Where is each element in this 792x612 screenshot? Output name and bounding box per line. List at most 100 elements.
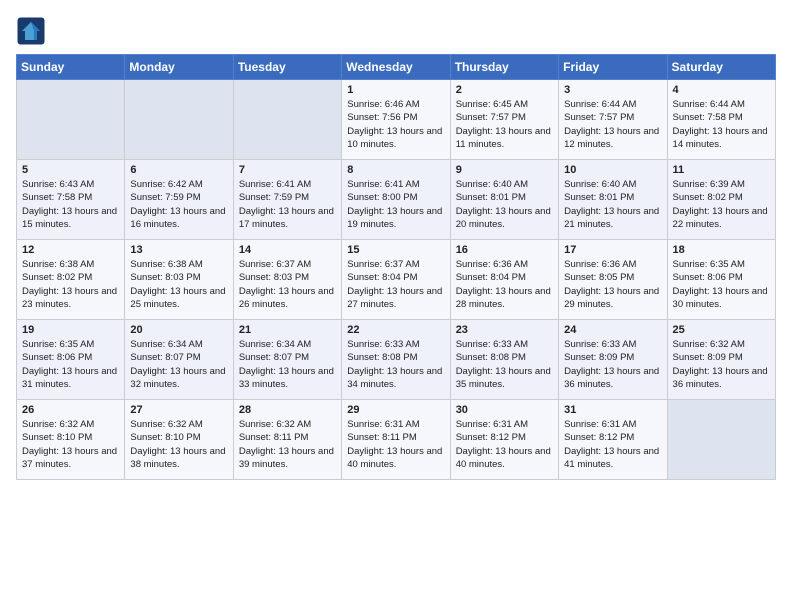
calendar-cell: 8 Sunrise: 6:41 AM Sunset: 8:00 PM Daylig… <box>342 160 450 240</box>
calendar-cell: 16 Sunrise: 6:36 AM Sunset: 8:04 PM Dayli… <box>450 240 558 320</box>
calendar-cell: 12 Sunrise: 6:38 AM Sunset: 8:02 PM Dayli… <box>17 240 125 320</box>
day-number: 11 <box>673 164 770 176</box>
day-number: 5 <box>22 164 119 176</box>
calendar-cell <box>233 80 341 160</box>
day-number: 10 <box>564 164 661 176</box>
calendar-cell: 6 Sunrise: 6:42 AM Sunset: 7:59 PM Daylig… <box>125 160 233 240</box>
cell-info: Sunrise: 6:44 AM Sunset: 7:58 PM Dayligh… <box>673 98 770 151</box>
cell-info: Sunrise: 6:45 AM Sunset: 7:57 PM Dayligh… <box>456 98 553 151</box>
calendar-cell <box>667 400 775 480</box>
header-row: SundayMondayTuesdayWednesdayThursdayFrid… <box>17 55 776 80</box>
day-number: 21 <box>239 324 336 336</box>
calendar-cell: 13 Sunrise: 6:38 AM Sunset: 8:03 PM Dayli… <box>125 240 233 320</box>
cell-info: Sunrise: 6:32 AM Sunset: 8:09 PM Dayligh… <box>673 338 770 391</box>
calendar-week-row: 19 Sunrise: 6:35 AM Sunset: 8:06 PM Dayli… <box>17 320 776 400</box>
calendar-cell: 20 Sunrise: 6:34 AM Sunset: 8:07 PM Dayli… <box>125 320 233 400</box>
calendar-cell: 30Sunrise: 6:31 AM Sunset: 8:12 PM Dayli… <box>450 400 558 480</box>
calendar-cell: 7Sunrise: 6:41 AM Sunset: 7:59 PM Daylig… <box>233 160 341 240</box>
calendar-cell: 18 Sunrise: 6:35 AM Sunset: 8:06 PM Dayli… <box>667 240 775 320</box>
weekday-header: Tuesday <box>233 55 341 80</box>
weekday-header: Saturday <box>667 55 775 80</box>
logo-icon <box>16 16 46 46</box>
cell-info: Sunrise: 6:39 AM Sunset: 8:02 PM Dayligh… <box>673 178 770 231</box>
cell-info: Sunrise: 6:37 AM Sunset: 8:03 PM Dayligh… <box>239 258 336 311</box>
day-number: 12 <box>22 244 119 256</box>
day-number: 9 <box>456 164 553 176</box>
day-number: 15 <box>347 244 444 256</box>
day-number: 17 <box>564 244 661 256</box>
calendar-cell: 1Sunrise: 6:46 AM Sunset: 7:56 PM Daylig… <box>342 80 450 160</box>
cell-info: Sunrise: 6:35 AM Sunset: 8:06 PM Dayligh… <box>673 258 770 311</box>
day-number: 8 <box>347 164 444 176</box>
cell-info: Sunrise: 6:37 AM Sunset: 8:04 PM Dayligh… <box>347 258 444 311</box>
cell-info: Sunrise: 6:38 AM Sunset: 8:02 PM Dayligh… <box>22 258 119 311</box>
cell-info: Sunrise: 6:34 AM Sunset: 8:07 PM Dayligh… <box>130 338 227 391</box>
calendar-cell: 23 Sunrise: 6:33 AM Sunset: 8:08 PM Dayli… <box>450 320 558 400</box>
weekday-header: Monday <box>125 55 233 80</box>
calendar-cell: 24 Sunrise: 6:33 AM Sunset: 8:09 PM Dayli… <box>559 320 667 400</box>
cell-info: Sunrise: 6:41 AM Sunset: 8:00 PM Dayligh… <box>347 178 444 231</box>
cell-info: Sunrise: 6:35 AM Sunset: 8:06 PM Dayligh… <box>22 338 119 391</box>
cell-info: Sunrise: 6:36 AM Sunset: 8:05 PM Dayligh… <box>564 258 661 311</box>
calendar-cell: 22 Sunrise: 6:33 AM Sunset: 8:08 PM Dayli… <box>342 320 450 400</box>
cell-info: Sunrise: 6:40 AM Sunset: 8:01 PM Dayligh… <box>564 178 661 231</box>
calendar-cell: 25 Sunrise: 6:32 AM Sunset: 8:09 PM Dayli… <box>667 320 775 400</box>
calendar-cell: 27 Sunrise: 6:32 AM Sunset: 8:10 PM Dayli… <box>125 400 233 480</box>
day-number: 6 <box>130 164 227 176</box>
day-number: 26 <box>22 404 119 416</box>
cell-info: Sunrise: 6:33 AM Sunset: 8:08 PM Dayligh… <box>456 338 553 391</box>
cell-info: Sunrise: 6:44 AM Sunset: 7:57 PM Dayligh… <box>564 98 661 151</box>
weekday-header: Sunday <box>17 55 125 80</box>
day-number: 23 <box>456 324 553 336</box>
day-number: 20 <box>130 324 227 336</box>
calendar-week-row: 1Sunrise: 6:46 AM Sunset: 7:56 PM Daylig… <box>17 80 776 160</box>
day-number: 3 <box>564 84 661 96</box>
calendar-cell: 21Sunrise: 6:34 AM Sunset: 8:07 PM Dayli… <box>233 320 341 400</box>
day-number: 22 <box>347 324 444 336</box>
day-number: 2 <box>456 84 553 96</box>
calendar-cell: 19 Sunrise: 6:35 AM Sunset: 8:06 PM Dayli… <box>17 320 125 400</box>
cell-info: Sunrise: 6:38 AM Sunset: 8:03 PM Dayligh… <box>130 258 227 311</box>
cell-info: Sunrise: 6:33 AM Sunset: 8:08 PM Dayligh… <box>347 338 444 391</box>
day-number: 31 <box>564 404 661 416</box>
cell-info: Sunrise: 6:43 AM Sunset: 7:58 PM Dayligh… <box>22 178 119 231</box>
day-number: 13 <box>130 244 227 256</box>
calendar-cell <box>17 80 125 160</box>
day-number: 14 <box>239 244 336 256</box>
day-number: 16 <box>456 244 553 256</box>
day-number: 28 <box>239 404 336 416</box>
calendar-cell: 17 Sunrise: 6:36 AM Sunset: 8:05 PM Dayli… <box>559 240 667 320</box>
day-number: 30 <box>456 404 553 416</box>
calendar-cell: 11 Sunrise: 6:39 AM Sunset: 8:02 PM Dayli… <box>667 160 775 240</box>
cell-info: Sunrise: 6:46 AM Sunset: 7:56 PM Dayligh… <box>347 98 444 151</box>
cell-info: Sunrise: 6:42 AM Sunset: 7:59 PM Dayligh… <box>130 178 227 231</box>
calendar-cell: 26Sunrise: 6:32 AM Sunset: 8:10 PM Dayli… <box>17 400 125 480</box>
calendar-week-row: 5 Sunrise: 6:43 AM Sunset: 7:58 PM Daylig… <box>17 160 776 240</box>
calendar-cell: 5 Sunrise: 6:43 AM Sunset: 7:58 PM Daylig… <box>17 160 125 240</box>
day-number: 27 <box>130 404 227 416</box>
cell-info: Sunrise: 6:32 AM Sunset: 8:10 PM Dayligh… <box>130 418 227 471</box>
calendar-table: SundayMondayTuesdayWednesdayThursdayFrid… <box>16 54 776 480</box>
day-number: 18 <box>673 244 770 256</box>
calendar-week-row: 26 Sunrise: 6:32 AM Sunset: 8:10 PM Dayli… <box>17 400 776 480</box>
weekday-header: Friday <box>559 55 667 80</box>
calendar-cell: 9 Sunrise: 6:40 AM Sunset: 8:01 PM Daylig… <box>450 160 558 240</box>
calendar-cell: 2 Sunrise: 6:45 AM Sunset: 7:57 PM Daylig… <box>450 80 558 160</box>
calendar-cell: 29Sunrise: 6:31 AM Sunset: 8:11 PM Dayli… <box>342 400 450 480</box>
calendar-cell: 4Sunrise: 6:44 AM Sunset: 7:58 PM Daylig… <box>667 80 775 160</box>
day-number: 19 <box>22 324 119 336</box>
day-number: 29 <box>347 404 444 416</box>
cell-info: Sunrise: 6:41 AM Sunset: 7:59 PM Dayligh… <box>239 178 336 231</box>
cell-info: Sunrise: 6:33 AM Sunset: 8:09 PM Dayligh… <box>564 338 661 391</box>
calendar-cell <box>125 80 233 160</box>
cell-info: Sunrise: 6:36 AM Sunset: 8:04 PM Dayligh… <box>456 258 553 311</box>
day-number: 24 <box>564 324 661 336</box>
cell-info: Sunrise: 6:32 AM Sunset: 8:11 PM Dayligh… <box>239 418 336 471</box>
calendar-week-row: 12 Sunrise: 6:38 AM Sunset: 8:02 PM Dayli… <box>17 240 776 320</box>
calendar-cell: 31Sunrise: 6:31 AM Sunset: 8:12 PM Dayli… <box>559 400 667 480</box>
calendar-cell: 10 Sunrise: 6:40 AM Sunset: 8:01 PM Dayli… <box>559 160 667 240</box>
weekday-header: Thursday <box>450 55 558 80</box>
calendar-cell: 3 Sunrise: 6:44 AM Sunset: 7:57 PM Daylig… <box>559 80 667 160</box>
cell-info: Sunrise: 6:40 AM Sunset: 8:01 PM Dayligh… <box>456 178 553 231</box>
day-number: 25 <box>673 324 770 336</box>
